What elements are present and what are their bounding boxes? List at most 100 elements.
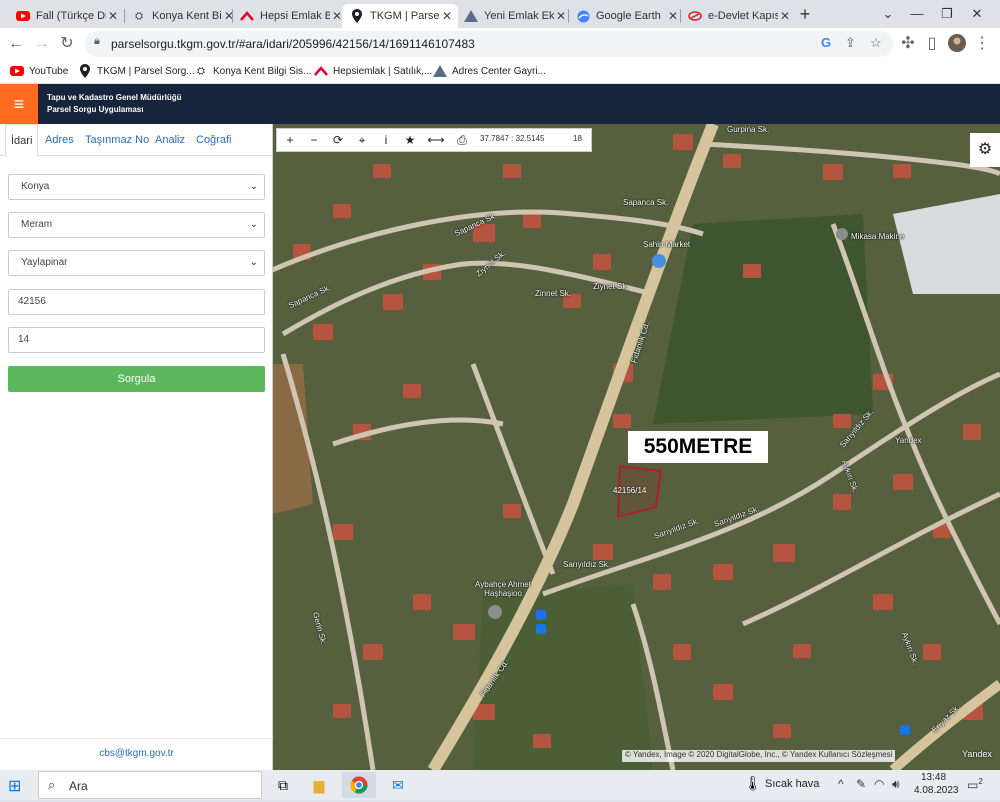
refresh-icon[interactable]: ⟳ <box>328 131 348 149</box>
measure-icon[interactable]: ⟷ <box>426 131 446 149</box>
tab-title: Google Earth <box>596 10 661 22</box>
browser-tab[interactable]: Fall (Türkçe Dub ✕ <box>8 4 124 28</box>
block-no-input[interactable]: 42156 <box>8 289 265 315</box>
hepsiemlak-icon <box>240 9 254 23</box>
tab-cografi[interactable]: Coğrafi <box>196 124 231 156</box>
hepsiemlak-icon <box>314 64 328 78</box>
street-label: Gurpina Sk. <box>727 125 770 134</box>
bookmark-label: YouTube <box>29 65 69 77</box>
bookmark-konya[interactable]: ⛭ Konya Kent Bilgi Sis... <box>194 64 311 78</box>
hamburger-menu-icon[interactable]: ≡ <box>0 84 38 124</box>
bookmark-adres[interactable]: Adres Center Gayri... <box>433 64 546 78</box>
pen-icon[interactable]: ✎ <box>856 777 866 791</box>
zoom-out-icon[interactable]: − <box>304 131 324 149</box>
map-watermark: Yandex <box>895 436 922 445</box>
weather-text[interactable]: Sıcak hava <box>765 778 819 790</box>
task-view-icon[interactable]: ⧉ <box>266 772 300 798</box>
clock-date[interactable]: 4.08.2023 <box>914 785 959 796</box>
google-translate-icon[interactable]: G <box>821 35 831 50</box>
market-pin-icon[interactable] <box>652 254 666 268</box>
street-label: Sapanca Sk. <box>623 198 669 207</box>
tab-title: Fall (Türkçe Dub <box>36 10 106 22</box>
site-title: Tapu ve Kadastro Genel Müdürlüğü Parsel … <box>47 92 182 116</box>
tab-analiz[interactable]: Analiz <box>155 124 185 156</box>
close-window-icon[interactable]: ✕ <box>962 4 992 24</box>
close-tab-icon[interactable]: ✕ <box>554 9 568 23</box>
sorgula-button[interactable]: Sorgula <box>8 366 265 392</box>
close-tab-icon[interactable]: ✕ <box>666 9 680 23</box>
url-text[interactable]: parselsorgu.tkgm.gov.tr/#ara/idari/20599… <box>111 37 475 51</box>
share-icon[interactable]: ⇪ <box>845 35 856 51</box>
district-value: Meram <box>21 219 53 230</box>
print-icon[interactable]: ⎙ <box>452 131 472 149</box>
reload-icon[interactable]: ↻ <box>57 34 77 54</box>
location-pin-icon <box>78 64 92 78</box>
query-tabs: İdari Adres Taşınmaz No Analiz Coğrafi <box>0 124 273 157</box>
map-toolbar: + − ⟳ ⌖ i ★ ⟷ ⎙ 37.7847 : 32.5145 18 <box>276 128 592 152</box>
info-icon[interactable]: i <box>376 131 396 149</box>
bus-stop-icon[interactable] <box>536 610 546 620</box>
poi-label-market: Şahin Market <box>643 240 691 249</box>
aybahce-pin-icon[interactable] <box>488 605 502 619</box>
zoom-in-icon[interactable]: + <box>280 131 300 149</box>
more-options-icon[interactable]: ⋮ <box>972 34 992 54</box>
file-explorer-icon[interactable]: ▆ <box>302 772 336 798</box>
notification-count: 2 <box>978 777 983 786</box>
browser-tab[interactable]: Yeni Emlak Ekle ✕ <box>456 4 572 28</box>
district-select[interactable]: Meram ⌄ <box>8 212 265 238</box>
bookmark-tkgm[interactable]: TKGM | Parsel Sorg... <box>78 64 195 78</box>
new-tab-button[interactable]: + <box>790 4 820 24</box>
forward-arrow-icon[interactable]: → <box>32 34 52 54</box>
side-panel-icon[interactable]: ▯ <box>922 34 942 54</box>
province-select[interactable]: Konya ⌄ <box>8 174 265 200</box>
windows-start-icon[interactable]: ⊞ <box>8 776 21 796</box>
address-bar[interactable]: 🔒︎ parselsorgu.tkgm.gov.tr/#ara/idari/20… <box>85 31 893 57</box>
map-attribution[interactable]: © Yandex, Image © 2020 DigitalGlobe, Inc… <box>622 750 896 762</box>
gear-icon[interactable]: ⚙ <box>970 133 1000 167</box>
distance-banner: 550METRE <box>628 431 768 463</box>
poi-label-aybahce: Aybahçe Ahmet Haşhaşioo <box>475 580 531 598</box>
lock-icon[interactable]: 🔒︎ <box>94 35 100 48</box>
clock-time[interactable]: 13:48 <box>921 772 946 783</box>
mikasa-pin-icon[interactable] <box>836 228 848 240</box>
bookmark-youtube[interactable]: YouTube <box>10 64 68 78</box>
gis-icon: ⛭ <box>197 65 205 77</box>
notifications-icon[interactable]: ▭2 <box>967 777 983 792</box>
restore-icon[interactable]: ❐ <box>932 4 962 24</box>
locate-crosshair-icon[interactable]: ⌖ <box>352 131 372 149</box>
browser-tab[interactable]: ⛭ Konya Kent Bilgi ✕ <box>124 4 240 28</box>
bus-stop-icon[interactable] <box>536 624 546 634</box>
block-no-value: 42156 <box>18 296 46 307</box>
neighborhood-select[interactable]: Yaylapinar ⌄ <box>8 250 265 276</box>
footer-email-link[interactable]: cbs@tkgm.gov.tr <box>0 748 273 759</box>
wifi-icon[interactable]: ◠ <box>874 777 884 791</box>
chevron-up-icon[interactable]: ^ <box>838 777 844 791</box>
volume-icon[interactable]: 🔊︎ <box>892 777 900 792</box>
parcel-no-input[interactable]: 14 <box>8 327 265 353</box>
avatar[interactable] <box>947 34 967 54</box>
back-arrow-icon[interactable]: ← <box>6 34 26 54</box>
street-label: Ziynet Sk. <box>593 282 629 291</box>
mail-icon[interactable]: ✉ <box>381 772 415 798</box>
google-earth-icon <box>576 9 590 23</box>
minimize-icon[interactable]: — <box>902 4 932 24</box>
taskbar-search[interactable]: ⌕ Ara <box>38 771 262 799</box>
chevron-down-icon[interactable]: ⌄ <box>873 4 903 24</box>
divider <box>0 738 273 739</box>
tab-adres[interactable]: Adres <box>45 124 74 156</box>
close-tab-icon[interactable]: ✕ <box>106 9 120 23</box>
close-tab-icon[interactable]: ✕ <box>440 9 454 23</box>
star-icon[interactable]: ★ <box>400 131 420 149</box>
chrome-icon[interactable] <box>342 772 376 798</box>
bus-stop-icon[interactable] <box>900 725 910 735</box>
tab-tasinmaz-no[interactable]: Taşınmaz No <box>85 124 149 156</box>
tab-idari[interactable]: İdari <box>5 124 39 157</box>
browser-tab[interactable]: Hepsi Emlak Bu ✕ <box>232 4 348 28</box>
browser-tab[interactable]: e-Devlet Kapısı ✕ <box>680 4 796 28</box>
browser-tab-active[interactable]: TKGM | Parsel S ✕ <box>342 4 458 28</box>
browser-tab[interactable]: Google Earth ✕ <box>568 4 684 28</box>
site-title-line1: Tapu ve Kadastro Genel Müdürlüğü <box>47 93 182 102</box>
extensions-puzzle-icon[interactable]: ✣ <box>898 34 918 54</box>
bookmark-star-icon[interactable]: ☆ <box>870 35 882 51</box>
bookmark-hepsiemlak[interactable]: Hepsiemlak | Satılık,... <box>314 64 432 78</box>
